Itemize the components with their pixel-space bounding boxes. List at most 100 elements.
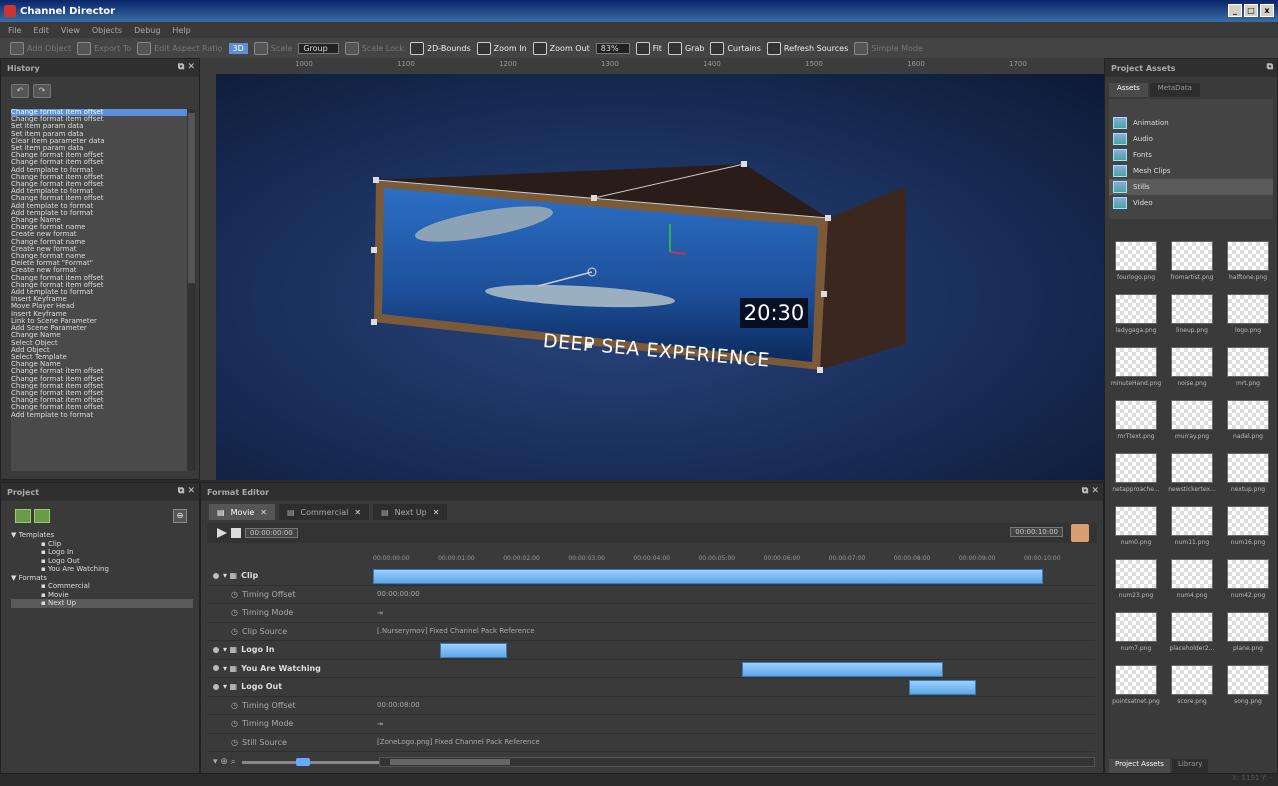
track-name[interactable]: ▾ ▦ Logo In xyxy=(207,645,371,654)
track-bar-logo-out[interactable] xyxy=(909,680,976,695)
add-format-icon[interactable] xyxy=(34,509,50,523)
handle-bl[interactable] xyxy=(371,319,377,325)
assets-float-icon[interactable]: ⧉ xyxy=(1267,62,1273,72)
param-value[interactable]: 00:00:00:00 xyxy=(371,590,420,598)
bottom-tab-project-assets[interactable]: Project Assets xyxy=(1109,759,1170,773)
track-bar-logo-in[interactable] xyxy=(440,643,507,658)
asset-thumbnail[interactable]: num16.png xyxy=(1221,502,1275,555)
tree-item[interactable]: ▪ You Are Watching xyxy=(11,565,199,574)
history-scrollbar[interactable] xyxy=(187,109,196,471)
timeline-zoom-slider[interactable] xyxy=(241,757,382,766)
toolbar-fit-button[interactable]: Fit xyxy=(635,41,662,55)
track-name[interactable]: ▾ ▦ You Are Watching xyxy=(207,664,371,673)
scene-canvas[interactable]: 20:30 DEEP SEA EXPERIENCE xyxy=(216,74,1104,480)
asset-category-video[interactable]: Video xyxy=(1109,195,1273,211)
handle-tr[interactable] xyxy=(825,215,831,221)
add-template-icon[interactable] xyxy=(15,509,31,523)
end-time[interactable]: 00:00:10:00 xyxy=(1010,527,1063,537)
toolbar-grab-button[interactable]: Grab xyxy=(667,41,704,55)
stop-icon[interactable] xyxy=(231,528,241,538)
current-time[interactable]: 00:00:00:00 xyxy=(245,528,298,538)
menu-view[interactable]: View xyxy=(61,26,80,35)
scene-viewport[interactable]: 100011001200130014001500160017001800 xyxy=(200,58,1129,480)
handle-tm[interactable] xyxy=(591,195,597,201)
toolbar-export-to-button[interactable]: Export To xyxy=(77,41,131,55)
asset-thumbnail[interactable]: mrTtext.png xyxy=(1109,396,1163,449)
asset-thumbnail[interactable]: nextup.png xyxy=(1221,449,1275,502)
panel-close-icon[interactable]: ⧉ ✕ xyxy=(178,486,195,496)
param-value[interactable]: ⇥ xyxy=(371,609,383,617)
bottom-tab-library[interactable]: Library xyxy=(1171,759,1209,773)
tab-movie[interactable]: ▤ Movie ✕ xyxy=(209,504,275,520)
asset-thumbnail[interactable]: noise.png xyxy=(1165,343,1219,396)
asset-category-audio[interactable]: Audio xyxy=(1109,131,1273,147)
asset-thumbnail[interactable]: pointsatnet.png xyxy=(1109,661,1163,714)
param-value[interactable]: [ZoneLogo.png] Fixed Channel Pack Refere… xyxy=(371,738,540,746)
minimize-button[interactable]: _ xyxy=(1228,4,1242,17)
asset-thumbnail[interactable]: plane.png xyxy=(1221,608,1275,661)
tab-next-up[interactable]: ▤ Next Up ✕ xyxy=(373,504,448,520)
timeline-ruler[interactable]: 00:00:00:00 00:00:01:00 00:00:02:00 00:00:0… xyxy=(373,555,1089,567)
track-name[interactable]: ▾ ▦ Logo Out xyxy=(207,682,371,691)
play-icon[interactable] xyxy=(217,528,227,538)
asset-thumbnail[interactable]: num42.png xyxy=(1221,555,1275,608)
menu-edit[interactable]: Edit xyxy=(33,26,49,35)
toolbar-scale-lock-button[interactable]: Scale Lock xyxy=(344,41,404,55)
panel-close-icon[interactable]: ⧉ ✕ xyxy=(1082,486,1099,496)
tab-close-icon[interactable]: ✕ xyxy=(354,508,361,517)
handle-backr[interactable] xyxy=(741,161,747,167)
asset-thumbnail[interactable]: fourlogo.png xyxy=(1109,237,1163,290)
asset-thumbnail[interactable]: song.png xyxy=(1221,661,1275,714)
param-value[interactable]: [.Nurserymov] Fixed Channel Pack Referen… xyxy=(371,627,535,635)
menu-objects[interactable]: Objects xyxy=(92,26,122,35)
toolbar-3d-button[interactable]: 3D xyxy=(228,42,248,54)
toolbar-group-button[interactable]: Group xyxy=(298,42,339,54)
asset-category-fonts[interactable]: Fonts xyxy=(1109,147,1273,163)
asset-category-mesh-clips[interactable]: Mesh Clips xyxy=(1109,163,1273,179)
toolbar-refresh-sources-button[interactable]: Refresh Sources xyxy=(766,41,848,55)
param-value[interactable]: ⇥ xyxy=(371,720,383,728)
asset-thumbnail[interactable]: num7.png xyxy=(1109,608,1163,661)
expand-arrow-icon[interactable]: ▾ ▦ xyxy=(223,571,237,580)
tree-item[interactable]: ▪ Logo In xyxy=(11,548,199,557)
toolbar-zoom-in-button[interactable]: Zoom In xyxy=(476,41,527,55)
history-list[interactable]: Change format item offset Change format i… xyxy=(11,109,187,471)
tree-item[interactable]: ▼ Formats xyxy=(11,574,199,583)
tab-close-icon[interactable]: ✕ xyxy=(260,508,267,517)
asset-thumbnail[interactable]: num11.png xyxy=(1165,502,1219,555)
tree-item[interactable]: ▪ Commercial xyxy=(11,582,199,591)
visibility-icon[interactable] xyxy=(213,665,219,672)
track-bar-you-are-watching[interactable] xyxy=(741,661,943,677)
tab-commercial[interactable]: ▤ Commercial ✕ xyxy=(278,504,370,520)
history-item[interactable]: Add template to format xyxy=(11,411,187,419)
toolbar-curtains-button[interactable]: Curtains xyxy=(710,41,761,55)
panel-close-icon[interactable]: ⧉ ✕ xyxy=(178,62,195,72)
asset-thumbnail[interactable]: score.png xyxy=(1165,661,1219,714)
toolbar-add-object-button[interactable]: Add Object xyxy=(10,41,71,55)
asset-thumbnail[interactable]: logo.png xyxy=(1221,290,1275,343)
toolbar-edit-aspect-ratio-button[interactable]: Edit Aspect Ratio xyxy=(137,41,223,55)
track-bar-clip[interactable] xyxy=(373,569,1043,584)
asset-thumbnail[interactable]: num0.png xyxy=(1109,502,1163,555)
asset-thumbnail[interactable]: num4.png xyxy=(1165,555,1219,608)
toolbar-zoom-out-button[interactable]: Zoom Out xyxy=(532,41,590,55)
maximize-button[interactable]: □ xyxy=(1244,4,1258,17)
assets-tab-assets[interactable]: Assets xyxy=(1109,83,1148,97)
tree-item[interactable]: ▼ Templates xyxy=(11,531,199,540)
asset-thumbnail[interactable]: netapproache... xyxy=(1109,449,1163,502)
close-button[interactable]: x xyxy=(1260,4,1274,17)
asset-thumbnail[interactable]: newstickertex... xyxy=(1165,449,1219,502)
asset-thumbnail[interactable]: murray.png xyxy=(1165,396,1219,449)
toolbar-83--button[interactable]: 83% xyxy=(595,42,630,54)
visibility-icon[interactable] xyxy=(213,572,219,579)
collapse-icon[interactable]: ⊖ xyxy=(173,509,187,523)
expand-arrow-icon[interactable]: ▾ ▦ xyxy=(223,664,237,673)
tree-item[interactable]: ▪ Clip xyxy=(11,540,199,549)
handle-mr[interactable] xyxy=(821,291,827,297)
param-value[interactable]: 00:00:08:00 xyxy=(371,701,420,709)
asset-category-stills[interactable]: Stills xyxy=(1109,179,1273,195)
asset-thumbnail[interactable]: halftone.png xyxy=(1221,237,1275,290)
tab-close-icon[interactable]: ✕ xyxy=(433,508,440,517)
asset-thumbnail[interactable]: ladygaga.png xyxy=(1109,290,1163,343)
tree-item[interactable]: ▪ Logo Out xyxy=(11,557,199,566)
